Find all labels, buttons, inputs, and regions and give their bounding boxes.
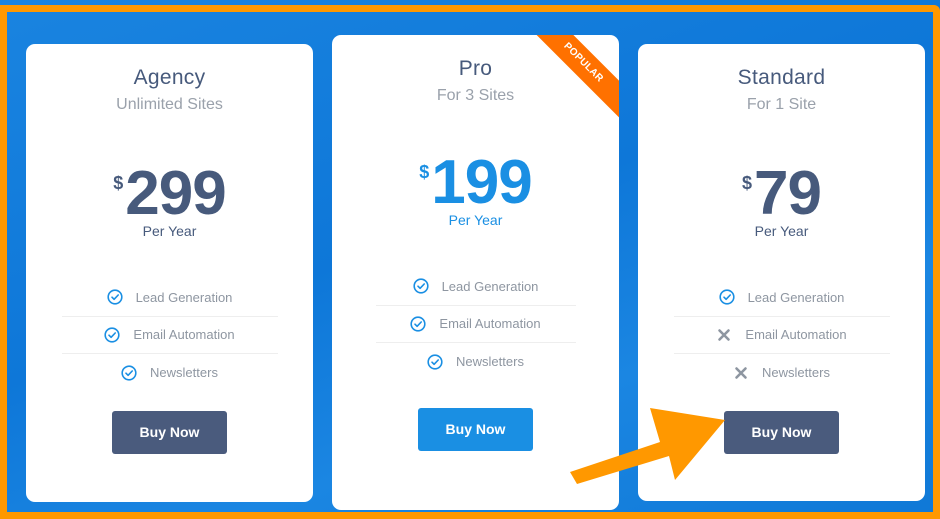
price: $ 79 xyxy=(638,159,925,228)
feature-item: Newsletters xyxy=(376,343,576,381)
x-icon xyxy=(733,365,749,381)
feature-item: Email Automation xyxy=(61,317,278,354)
feature-label: Lead Generation xyxy=(747,289,845,305)
feature-label: Email Automation xyxy=(745,327,847,343)
feature-list: Lead Generation Email Automation Newslet… xyxy=(673,279,890,392)
price-period: Per Year xyxy=(448,212,503,228)
check-circle-icon xyxy=(104,327,121,343)
check-circle-icon xyxy=(106,289,123,305)
feature-item: Newsletters xyxy=(62,354,278,392)
plan-subtitle: For 1 Site xyxy=(746,96,817,113)
check-circle-icon xyxy=(718,289,735,305)
price-amount: 199 xyxy=(431,148,532,217)
price: $ 299 xyxy=(26,159,313,228)
plan-subtitle: Unlimited Sites xyxy=(116,96,223,113)
feature-label: Email Automation xyxy=(439,316,541,332)
price-amount: 299 xyxy=(125,159,226,228)
feature-item: Email Automation xyxy=(673,317,890,354)
feature-item: Newsletters xyxy=(674,354,890,392)
price: $ 199 xyxy=(332,148,619,217)
feature-label: Newsletters xyxy=(456,354,524,370)
check-circle-icon xyxy=(121,365,137,381)
feature-list: Lead Generation Email Automation Newslet… xyxy=(61,279,278,392)
feature-item: Lead Generation xyxy=(61,279,278,317)
check-circle-icon xyxy=(427,354,443,370)
currency-symbol: $ xyxy=(742,173,753,193)
feature-label: Newsletters xyxy=(150,365,218,381)
currency-symbol: $ xyxy=(419,162,430,182)
price-period: Per Year xyxy=(754,223,809,239)
plan-name: Agency xyxy=(133,66,206,89)
price-period: Per Year xyxy=(142,223,197,239)
feature-item: Lead Generation xyxy=(673,279,890,317)
feature-item: Email Automation xyxy=(375,306,576,343)
feature-label: Newsletters xyxy=(762,365,830,381)
plan-subtitle: For 3 Sites xyxy=(436,87,515,104)
feature-item: Lead Generation xyxy=(375,268,576,306)
feature-list: Lead Generation Email Automation Newslet… xyxy=(375,268,576,381)
feature-label: Lead Generation xyxy=(441,278,539,294)
price-amount: 79 xyxy=(754,159,822,228)
currency-symbol: $ xyxy=(113,173,124,193)
buy-now-button-agency[interactable]: Buy Now xyxy=(112,410,227,454)
check-circle-icon xyxy=(412,278,429,294)
feature-label: Email Automation xyxy=(133,327,235,343)
buy-now-button-pro[interactable]: Buy Now xyxy=(418,407,533,451)
x-icon xyxy=(716,327,732,343)
feature-label: Lead Generation xyxy=(135,289,233,305)
annotation-arrow-icon xyxy=(570,408,725,484)
check-circle-icon xyxy=(410,316,427,332)
plan-name: Standard xyxy=(737,66,826,89)
pricing-card-agency: Agency Unlimited Sites $ 299 Per Year Le… xyxy=(26,44,313,502)
